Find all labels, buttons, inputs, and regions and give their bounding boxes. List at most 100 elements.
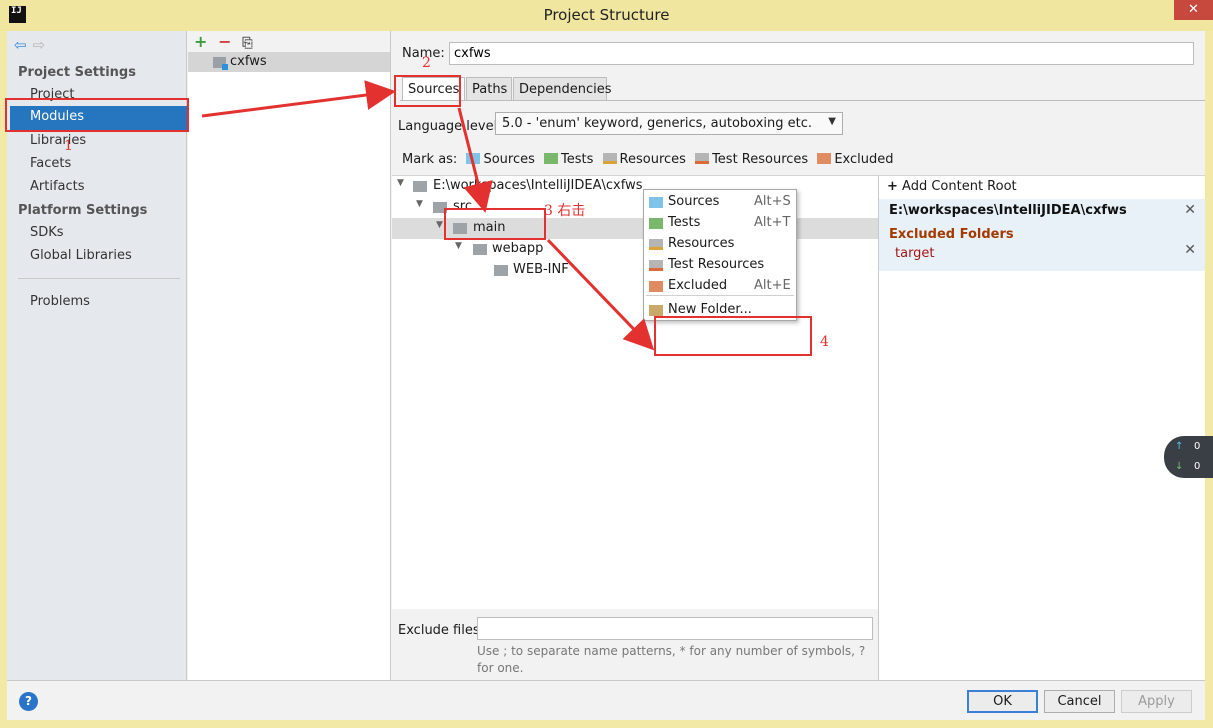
context-item-new-folder[interactable]: New Folder...	[644, 300, 796, 321]
title-bar: IJ Project Structure ✕	[0, 0, 1213, 31]
exclude-files-hint: Use ; to separate name patterns, * for a…	[477, 644, 866, 675]
context-item-excluded[interactable]: Excluded Alt+E	[644, 276, 796, 297]
folder-icon	[453, 223, 467, 234]
module-details: Name: Sources Paths Dependencies Languag…	[392, 31, 1205, 680]
tab-paths[interactable]: Paths	[466, 77, 512, 101]
forward-arrow-icon[interactable]: ⇨	[33, 36, 46, 54]
expand-arrow-icon[interactable]: ▼	[436, 220, 443, 230]
content-root-path: E:\workspaces\IntelliJIDEA\cxfws	[889, 203, 1127, 218]
tree-src-label: src	[453, 199, 472, 214]
module-label: cxfws	[230, 54, 267, 69]
expand-arrow-icon[interactable]: ▼	[397, 178, 404, 188]
sidebar-item-artifacts[interactable]: Artifacts	[30, 179, 85, 194]
annotation-step-1: 1	[64, 138, 73, 154]
folder-icon	[494, 265, 508, 276]
new-folder-icon	[649, 305, 663, 316]
cancel-button[interactable]: Cancel	[1044, 690, 1115, 713]
expand-arrow-icon[interactable]: ▼	[455, 241, 462, 251]
tab-sources[interactable]: Sources	[402, 77, 465, 101]
context-item-test-resources[interactable]: Test Resources	[644, 255, 796, 276]
module-toolbar: + − ⎘	[188, 31, 390, 53]
mark-test-resources-button[interactable]: Test Resources	[695, 152, 808, 167]
remove-module-icon[interactable]: −	[218, 32, 238, 51]
context-item-resources[interactable]: Resources	[644, 234, 796, 255]
excluded-folders-header: Excluded Folders	[889, 227, 1014, 242]
excluded-folder-item: target	[895, 246, 935, 261]
language-level-label: Language level:	[398, 119, 502, 134]
copy-module-icon[interactable]: ⎘	[242, 36, 262, 51]
ok-button[interactable]: OK	[967, 690, 1038, 713]
sidebar-item-global-libraries[interactable]: Global Libraries	[30, 248, 132, 263]
tree-row-main[interactable]: ▼ main	[392, 218, 878, 239]
sidebar-item-sdks[interactable]: SDKs	[30, 225, 64, 240]
test-resources-folder-icon	[649, 260, 663, 271]
folder-icon	[473, 244, 487, 255]
tests-folder-icon	[544, 153, 559, 164]
excluded-folder-icon	[817, 153, 832, 164]
context-menu-separator	[646, 295, 794, 296]
mark-sources-button[interactable]: Sources	[466, 152, 535, 167]
tab-dependencies[interactable]: Dependencies	[513, 77, 612, 101]
window-title: Project Structure	[543, 6, 670, 24]
context-menu: Sources Alt+S Tests Alt+T Resources Test…	[643, 189, 797, 321]
tests-folder-icon	[649, 218, 663, 229]
window-close-button[interactable]: ✕	[1174, 0, 1213, 20]
upload-arrow-icon: ↑	[1175, 441, 1184, 452]
chevron-down-icon: ▼	[828, 116, 836, 127]
mark-tests-button[interactable]: Tests	[544, 152, 593, 167]
language-level-value: 5.0 - 'enum' keyword, generics, autoboxi…	[502, 116, 813, 131]
tree-webinf-label: WEB-INF	[513, 262, 569, 277]
project-structure-dialog: ⇦ ⇨ Project Settings Project Modules Libr…	[7, 31, 1205, 720]
annotation-step-2: 2	[422, 55, 431, 71]
sidebar-divider	[18, 278, 180, 279]
nav-arrows: ⇦ ⇨	[14, 36, 45, 54]
tree-root-label: E:\workspaces\IntelliJIDEA\cxfws	[433, 178, 643, 193]
exclude-files-input[interactable]	[477, 617, 873, 640]
folder-icon	[433, 202, 447, 213]
expand-arrow-icon[interactable]: ▼	[416, 199, 423, 209]
tree-row-webapp[interactable]: ▼ webapp	[392, 239, 878, 260]
download-value: 0	[1194, 461, 1201, 472]
tree-row-webinf[interactable]: WEB-INF	[392, 260, 878, 281]
dialog-footer: ? OK Cancel Apply	[7, 680, 1205, 720]
remove-root-close-icon[interactable]: ✕	[1184, 202, 1196, 218]
sidebar-item-problems[interactable]: Problems	[30, 294, 90, 309]
exclude-files-label: Exclude files:	[398, 623, 485, 638]
directory-tree: ▼ E:\workspaces\IntelliJIDEA\cxfws ▼ src…	[392, 175, 879, 609]
resources-folder-icon	[649, 239, 663, 250]
folder-icon	[413, 181, 427, 192]
context-item-sources[interactable]: Sources Alt+S	[644, 192, 796, 213]
tree-main-label: main	[473, 220, 506, 235]
content-root-panel: + Add Content Root E:\workspaces\Intelli…	[879, 175, 1205, 680]
back-arrow-icon[interactable]: ⇦	[14, 36, 27, 54]
tree-row-src[interactable]: ▼ src	[392, 197, 878, 218]
sidebar-item-project[interactable]: Project	[30, 87, 74, 102]
add-content-root-button[interactable]: + Add Content Root	[887, 179, 1017, 194]
sources-folder-icon	[649, 197, 663, 208]
mark-resources-button[interactable]: Resources	[602, 152, 686, 167]
plus-icon: +	[887, 179, 898, 194]
tree-webapp-label: webapp	[492, 241, 544, 256]
sidebar-item-libraries[interactable]: Libraries	[30, 133, 86, 148]
language-level-select[interactable]: 5.0 - 'enum' keyword, generics, autoboxi…	[495, 112, 843, 135]
tabs-underline	[400, 100, 1205, 101]
module-row-cxfws[interactable]: cxfws	[188, 53, 390, 72]
mark-excluded-button[interactable]: Excluded	[817, 152, 894, 167]
exclude-files-area: Exclude files: Use ; to separate name pa…	[392, 609, 879, 680]
apply-button[interactable]: Apply	[1121, 690, 1192, 713]
help-icon[interactable]: ?	[19, 692, 38, 711]
sidebar-item-modules[interactable]: Modules	[10, 106, 187, 130]
sidebar-item-facets[interactable]: Facets	[30, 156, 71, 171]
content-root-entry: E:\workspaces\IntelliJIDEA\cxfws ✕ Exclu…	[879, 199, 1205, 271]
module-name-field[interactable]	[449, 42, 1194, 65]
sources-folder-icon	[466, 153, 481, 164]
tree-row-root[interactable]: ▼ E:\workspaces\IntelliJIDEA\cxfws	[392, 176, 878, 197]
network-speed-widget[interactable]: ↑ 0 ↓ 0	[1164, 436, 1213, 478]
remove-excluded-close-icon[interactable]: ✕	[1184, 242, 1196, 258]
upload-value: 0	[1194, 441, 1201, 452]
mark-as-bar: Mark as: Sources Tests Resources Test Re…	[402, 152, 894, 167]
context-item-tests[interactable]: Tests Alt+T	[644, 213, 796, 234]
download-arrow-icon: ↓	[1175, 461, 1184, 472]
mark-as-label: Mark as:	[402, 152, 458, 167]
add-module-icon[interactable]: +	[194, 32, 214, 51]
